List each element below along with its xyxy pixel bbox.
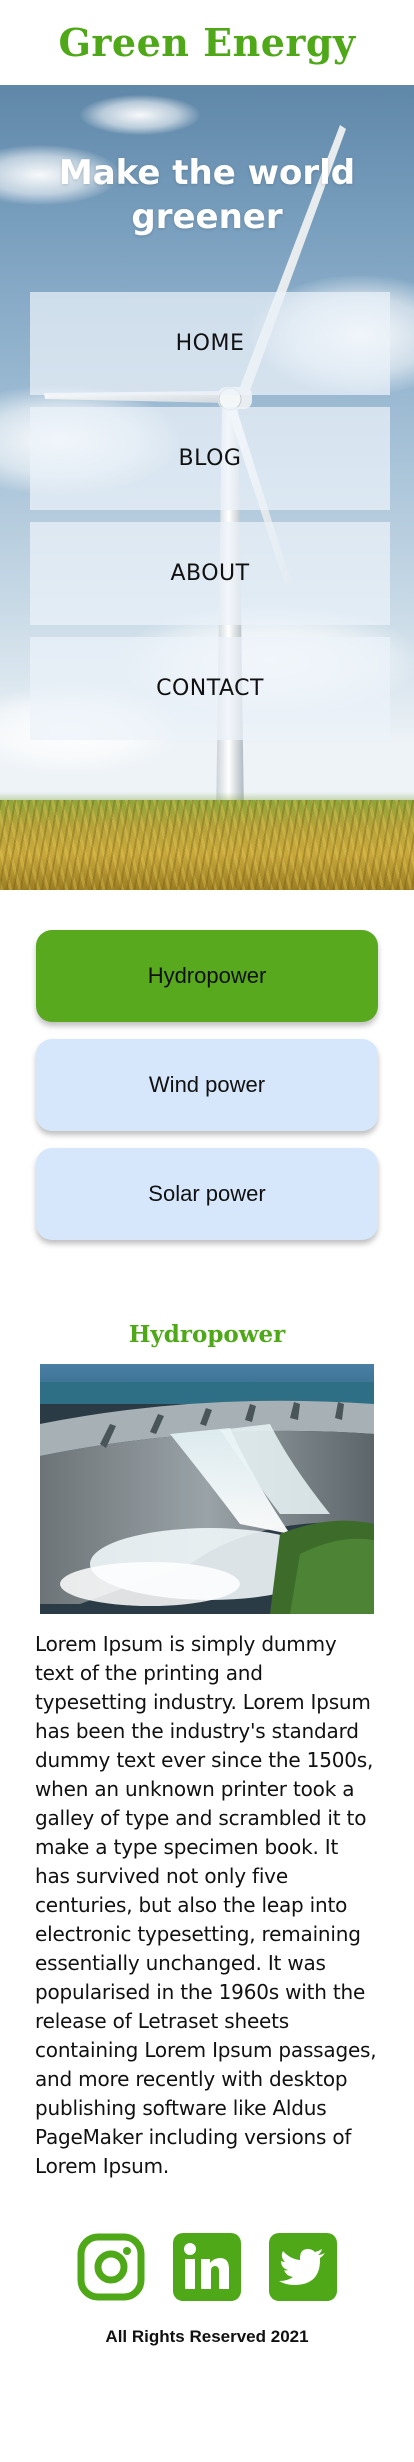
grass-field [0, 800, 414, 890]
nav-item-blog[interactable]: BLOG [30, 407, 390, 510]
brand-logo-text[interactable]: Green Energy [58, 20, 355, 65]
nav-item-home[interactable]: HOME [30, 292, 390, 395]
energy-tabs: Hydropower Wind power Solar power [0, 890, 414, 1257]
site-footer: All Rights Reserved 2021 [0, 2233, 414, 2347]
nav-item-label: CONTACT [156, 676, 264, 701]
tab-solar-power[interactable]: Solar power [36, 1148, 378, 1240]
hydro-dam-image [40, 1364, 374, 1614]
nav-item-about[interactable]: ABOUT [30, 522, 390, 625]
copyright-text: All Rights Reserved 2021 [105, 2327, 309, 2346]
content-section: Hydropower Lorem Ipsum is simply dummy t… [0, 1257, 414, 2181]
hero-title: Make the world greener [58, 153, 356, 237]
nav-item-label: ABOUT [170, 561, 250, 586]
nav-item-label: BLOG [178, 446, 242, 471]
tab-hydropower[interactable]: Hydropower [36, 930, 378, 1022]
linkedin-icon[interactable] [173, 2233, 241, 2301]
nav-item-label: HOME [175, 331, 245, 356]
twitter-icon[interactable] [269, 2233, 337, 2301]
tab-wind-power[interactable]: Wind power [36, 1039, 378, 1131]
main-nav: HOME BLOG ABOUT CONTACT [30, 292, 390, 752]
social-links [0, 2233, 414, 2301]
nav-item-contact[interactable]: CONTACT [30, 637, 390, 740]
content-title: Hydropower [128, 1321, 286, 1348]
hero-banner: Make the world greener HOME BLOG ABOUT C… [0, 85, 414, 890]
content-body: Lorem Ipsum is simply dummy text of the … [35, 1632, 377, 2178]
instagram-icon[interactable] [77, 2233, 145, 2301]
site-header: Green Energy [0, 0, 414, 85]
